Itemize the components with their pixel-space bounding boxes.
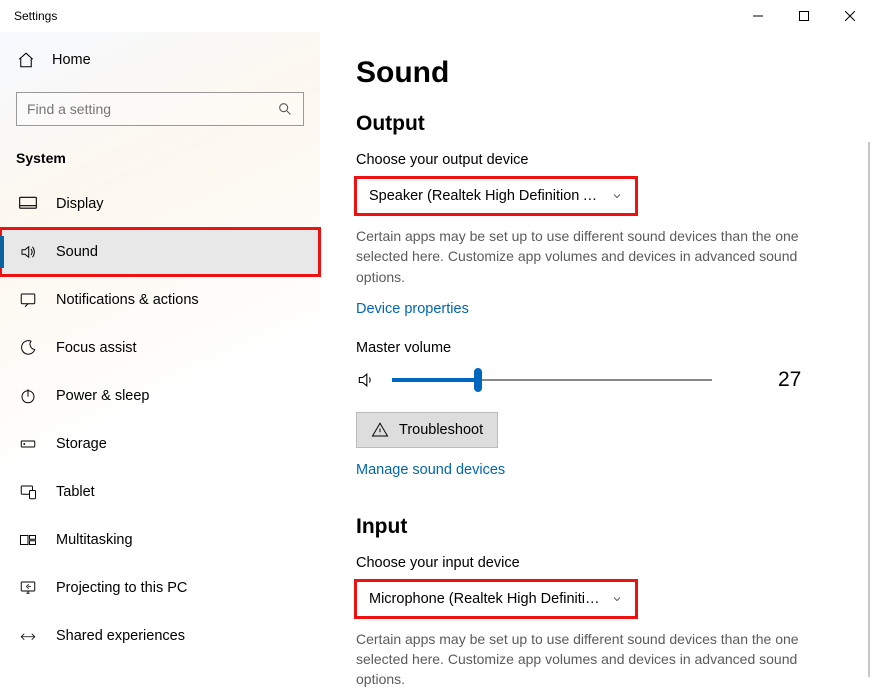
nav-item-label: Projecting to this PC bbox=[56, 580, 187, 596]
nav-item-shared-experiences[interactable]: Shared experiences bbox=[0, 612, 320, 660]
output-device-dropdown[interactable]: Speaker (Realtek High Definition Au… bbox=[356, 178, 636, 214]
multitasking-icon bbox=[18, 531, 38, 549]
nav-item-label: Power & sleep bbox=[56, 388, 150, 404]
nav-item-label: Multitasking bbox=[56, 532, 133, 548]
settings-window: Settings Home bbox=[0, 0, 873, 693]
page-title: Sound bbox=[356, 56, 821, 90]
nav-home-label: Home bbox=[52, 52, 91, 68]
input-heading: Input bbox=[356, 515, 821, 539]
scrollbar[interactable] bbox=[868, 142, 870, 677]
titlebar: Settings bbox=[0, 0, 873, 32]
master-volume-row: 27 bbox=[356, 366, 821, 394]
close-icon bbox=[845, 11, 855, 21]
output-heading: Output bbox=[356, 112, 821, 136]
output-device-properties-link[interactable]: Device properties bbox=[356, 301, 469, 317]
nav-item-label: Tablet bbox=[56, 484, 95, 500]
input-device-value: Microphone (Realtek High Definitio… bbox=[369, 591, 603, 607]
focus-assist-icon bbox=[18, 339, 38, 357]
input-help-text: Certain apps may be set up to use differ… bbox=[356, 629, 816, 690]
maximize-icon bbox=[799, 11, 809, 21]
sidebar: Home System Display bbox=[0, 32, 320, 693]
sound-icon bbox=[18, 243, 38, 261]
input-device-dropdown[interactable]: Microphone (Realtek High Definitio… bbox=[356, 581, 636, 617]
minimize-icon bbox=[753, 11, 763, 21]
home-icon bbox=[16, 51, 36, 69]
output-choose-label: Choose your output device bbox=[356, 152, 821, 168]
display-icon bbox=[18, 195, 38, 213]
master-volume-slider[interactable] bbox=[392, 366, 712, 394]
nav-item-label: Display bbox=[56, 196, 104, 212]
nav-item-multitasking[interactable]: Multitasking bbox=[0, 516, 320, 564]
nav-item-storage[interactable]: Storage bbox=[0, 420, 320, 468]
master-volume-value: 27 bbox=[778, 368, 801, 392]
nav-list: Display Sound Notifications & actions bbox=[0, 180, 320, 660]
troubleshoot-button[interactable]: Troubleshoot bbox=[356, 412, 498, 448]
storage-icon bbox=[18, 435, 38, 453]
nav-item-projecting[interactable]: Projecting to this PC bbox=[0, 564, 320, 612]
nav-item-notifications[interactable]: Notifications & actions bbox=[0, 276, 320, 324]
nav-item-label: Storage bbox=[56, 436, 107, 452]
master-volume-label: Master volume bbox=[356, 340, 821, 356]
shared-experiences-icon bbox=[18, 627, 38, 645]
chevron-down-icon bbox=[611, 593, 623, 605]
output-device-value: Speaker (Realtek High Definition Au… bbox=[369, 188, 603, 204]
notifications-icon bbox=[18, 291, 38, 309]
nav-item-tablet[interactable]: Tablet bbox=[0, 468, 320, 516]
main-content: Sound Output Choose your output device S… bbox=[320, 32, 873, 693]
nav-item-label: Focus assist bbox=[56, 340, 137, 356]
minimize-button[interactable] bbox=[735, 0, 781, 32]
sidebar-group-label: System bbox=[0, 134, 320, 180]
volume-icon[interactable] bbox=[356, 370, 376, 390]
projecting-icon bbox=[18, 579, 38, 597]
nav-item-power-sleep[interactable]: Power & sleep bbox=[0, 372, 320, 420]
nav-item-sound[interactable]: Sound bbox=[0, 228, 320, 276]
warning-icon bbox=[371, 421, 389, 439]
power-icon bbox=[18, 387, 38, 405]
nav-item-display[interactable]: Display bbox=[0, 180, 320, 228]
nav-item-label: Shared experiences bbox=[56, 628, 185, 644]
close-button[interactable] bbox=[827, 0, 873, 32]
chevron-down-icon bbox=[611, 190, 623, 202]
tablet-icon bbox=[18, 483, 38, 501]
maximize-button[interactable] bbox=[781, 0, 827, 32]
input-choose-label: Choose your input device bbox=[356, 555, 821, 571]
search-input[interactable] bbox=[27, 101, 277, 117]
output-help-text: Certain apps may be set up to use differ… bbox=[356, 226, 816, 287]
nav-home[interactable]: Home bbox=[0, 36, 320, 84]
manage-sound-devices-link[interactable]: Manage sound devices bbox=[356, 462, 505, 478]
nav-item-label: Sound bbox=[56, 244, 98, 260]
search-box[interactable] bbox=[16, 92, 304, 126]
window-title: Settings bbox=[14, 9, 57, 23]
nav-item-label: Notifications & actions bbox=[56, 292, 199, 308]
nav-item-focus-assist[interactable]: Focus assist bbox=[0, 324, 320, 372]
search-icon bbox=[277, 101, 293, 117]
troubleshoot-label: Troubleshoot bbox=[399, 422, 483, 438]
